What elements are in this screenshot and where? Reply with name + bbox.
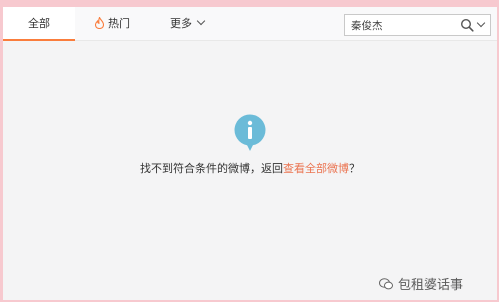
filter-bar: 全部 热门 更多: [3, 7, 497, 41]
tab-all-label: 全部: [28, 17, 50, 30]
search-input[interactable]: [345, 15, 453, 35]
search-box: [344, 14, 491, 36]
wechat-icon: [379, 278, 393, 290]
empty-state-message: 找不到符合条件的微博，返回查看全部微博？: [3, 160, 497, 176]
empty-state-suffix: ？: [349, 162, 360, 175]
tab-more-label: 更多: [170, 17, 192, 30]
tab-all[interactable]: 全部: [3, 7, 75, 41]
search-chevron-down-icon[interactable]: [476, 18, 486, 28]
watermark: 包租婆话事: [379, 274, 463, 293]
tab-hot[interactable]: 热门: [95, 7, 130, 41]
tab-hot-label: 热门: [108, 17, 130, 30]
empty-state-text: 找不到符合条件的微博，返回: [140, 162, 283, 175]
search-icon[interactable]: [460, 18, 474, 32]
info-icon: [234, 114, 266, 151]
tab-more[interactable]: 更多: [170, 7, 206, 41]
flame-icon: [95, 17, 104, 29]
weibo-panel: 全部 热门 更多 找不到符合条件的微博，返回查看全部微博？: [3, 7, 497, 300]
view-all-weibo-link[interactable]: 查看全部微博: [283, 162, 349, 175]
chevron-down-icon: [196, 16, 206, 26]
watermark-text: 包租婆话事: [398, 278, 464, 293]
